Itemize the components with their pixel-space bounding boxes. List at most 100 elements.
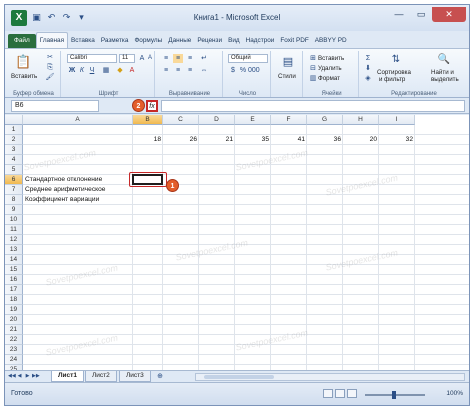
cell-i2[interactable]: 32 xyxy=(381,135,415,145)
first-sheet-icon[interactable]: ◀◀ xyxy=(8,372,16,381)
row-header-8[interactable]: 8 xyxy=(5,195,23,205)
tab-view[interactable]: Вид xyxy=(225,34,243,48)
row-header-10[interactable]: 10 xyxy=(5,215,23,225)
cell-d2[interactable]: 21 xyxy=(201,135,235,145)
row-header-18[interactable]: 18 xyxy=(5,295,23,305)
copy-icon[interactable]: ⎘ xyxy=(45,63,55,72)
horizontal-scrollbar[interactable] xyxy=(195,373,465,381)
sort-filter-label-1[interactable]: Сортировка xyxy=(377,69,411,76)
cell-b2[interactable]: 18 xyxy=(135,135,163,145)
column-header-e[interactable]: E xyxy=(235,115,271,125)
paste-icon[interactable]: 📋 xyxy=(15,53,31,71)
maximize-icon[interactable]: ▭ xyxy=(410,7,432,22)
row-header-12[interactable]: 12 xyxy=(5,235,23,245)
cell-a6[interactable]: Стандартное отклонение xyxy=(25,175,102,185)
scrollbar-thumb[interactable] xyxy=(204,375,274,379)
font-color-icon[interactable]: A xyxy=(127,66,137,75)
tab-home[interactable]: Главная xyxy=(35,32,69,48)
zoom-level[interactable]: 100% xyxy=(446,390,463,397)
row-header-13[interactable]: 13 xyxy=(5,245,23,255)
bold-icon[interactable]: Ж xyxy=(67,66,77,75)
format-cells-icon[interactable]: ▥ xyxy=(308,74,318,83)
font-size-combo[interactable]: 11 xyxy=(119,54,135,63)
tab-data[interactable]: Данные xyxy=(165,34,194,48)
sort-filter-icon[interactable]: ⇅ xyxy=(389,53,403,67)
row-header-6[interactable]: 6 xyxy=(5,175,23,185)
fill-icon[interactable]: ⬇ xyxy=(363,64,373,73)
cell-h2[interactable]: 20 xyxy=(345,135,379,145)
tab-formulas[interactable]: Формулы xyxy=(131,34,165,48)
row-header-1[interactable]: 1 xyxy=(5,125,23,135)
currency-icon[interactable]: $ xyxy=(228,66,238,75)
column-header-d[interactable]: D xyxy=(199,115,235,125)
tab-foxit-pdf[interactable]: Foxit PDF xyxy=(277,34,311,48)
cell-a8[interactable]: Коэффициент вариации xyxy=(25,195,99,205)
delete-cells-button[interactable]: Удалить xyxy=(318,65,342,72)
cell-c2[interactable]: 26 xyxy=(165,135,199,145)
autosum-icon[interactable]: Σ xyxy=(363,54,373,63)
find-select-label-2[interactable]: выделить xyxy=(431,76,459,83)
row-header-21[interactable]: 21 xyxy=(5,325,23,335)
row-header-16[interactable]: 16 xyxy=(5,275,23,285)
row-header-17[interactable]: 17 xyxy=(5,285,23,295)
clear-icon[interactable]: ◈ xyxy=(363,74,373,83)
row-header-5[interactable]: 5 xyxy=(5,165,23,175)
zoom-slider-knob[interactable] xyxy=(392,391,396,399)
row-header-19[interactable]: 19 xyxy=(5,305,23,315)
format-painter-icon[interactable]: 🖌 xyxy=(45,73,55,82)
tab-review[interactable]: Рецензи xyxy=(194,34,225,48)
tab-page-layout[interactable]: Разметка xyxy=(98,34,132,48)
row-header-4[interactable]: 4 xyxy=(5,155,23,165)
insert-cells-button[interactable]: Вставить xyxy=(318,55,344,62)
merge-center-icon[interactable]: ⇔ xyxy=(199,66,209,75)
insert-function-button[interactable]: fx xyxy=(146,100,158,112)
row-header-15[interactable]: 15 xyxy=(5,265,23,275)
align-top-icon[interactable]: ≡ xyxy=(161,54,171,63)
format-cells-button[interactable]: Формат xyxy=(318,75,340,82)
align-middle-icon[interactable]: ≡ xyxy=(173,54,183,63)
borders-icon[interactable]: ▦ xyxy=(101,66,111,75)
align-center-icon[interactable]: ≡ xyxy=(173,66,183,75)
sheet-tab-3[interactable]: Лист3 xyxy=(119,371,151,382)
sort-filter-label-2[interactable]: и фильтр xyxy=(379,76,405,83)
row-header-22[interactable]: 22 xyxy=(5,335,23,345)
row-header-20[interactable]: 20 xyxy=(5,315,23,325)
find-select-label-1[interactable]: Найти и xyxy=(431,69,454,76)
row-header-14[interactable]: 14 xyxy=(5,255,23,265)
align-right-icon[interactable]: ≡ xyxy=(185,66,195,75)
underline-icon[interactable]: Ч xyxy=(87,66,97,75)
cell-a7[interactable]: Среднее арифметическое xyxy=(25,185,105,195)
styles-icon[interactable]: ▤ xyxy=(281,55,295,69)
column-header-h[interactable]: H xyxy=(343,115,379,125)
tab-insert[interactable]: Вставка xyxy=(68,34,98,48)
italic-icon[interactable]: К xyxy=(77,66,87,75)
align-left-icon[interactable]: ≡ xyxy=(161,66,171,75)
column-header-i[interactable]: I xyxy=(379,115,415,125)
row-header-24[interactable]: 24 xyxy=(5,355,23,365)
page-layout-view-icon[interactable] xyxy=(335,389,345,398)
wrap-text-icon[interactable]: ↵ xyxy=(199,54,209,63)
cell-e2[interactable]: 35 xyxy=(237,135,271,145)
delete-cells-icon[interactable]: ⊟ xyxy=(308,64,318,73)
sheet-tab-2[interactable]: Лист2 xyxy=(85,371,117,382)
sheet-tab-1[interactable]: Лист1 xyxy=(51,371,84,382)
tab-abbyy-pdf[interactable]: ABBYY PD xyxy=(312,34,350,48)
page-break-view-icon[interactable] xyxy=(347,389,357,398)
normal-view-icon[interactable] xyxy=(323,389,333,398)
column-header-c[interactable]: C xyxy=(163,115,199,125)
row-header-9[interactable]: 9 xyxy=(5,205,23,215)
last-sheet-icon[interactable]: ▶▶ xyxy=(32,372,40,381)
formula-input[interactable] xyxy=(161,100,465,112)
insert-cells-icon[interactable]: ⊞ xyxy=(308,54,318,63)
name-box[interactable]: B6 xyxy=(11,100,99,112)
cell-g2[interactable]: 36 xyxy=(309,135,343,145)
prev-sheet-icon[interactable]: ◀ xyxy=(16,372,23,381)
paste-button[interactable]: Вставить xyxy=(11,73,37,80)
column-header-g[interactable]: G xyxy=(307,115,343,125)
cell-f2[interactable]: 41 xyxy=(273,135,307,145)
column-header-b[interactable]: B xyxy=(133,115,163,125)
tab-file[interactable]: Файл xyxy=(8,34,36,48)
row-header-3[interactable]: 3 xyxy=(5,145,23,155)
minimize-icon[interactable]: — xyxy=(388,7,410,22)
align-bottom-icon[interactable]: ≡ xyxy=(185,54,195,63)
